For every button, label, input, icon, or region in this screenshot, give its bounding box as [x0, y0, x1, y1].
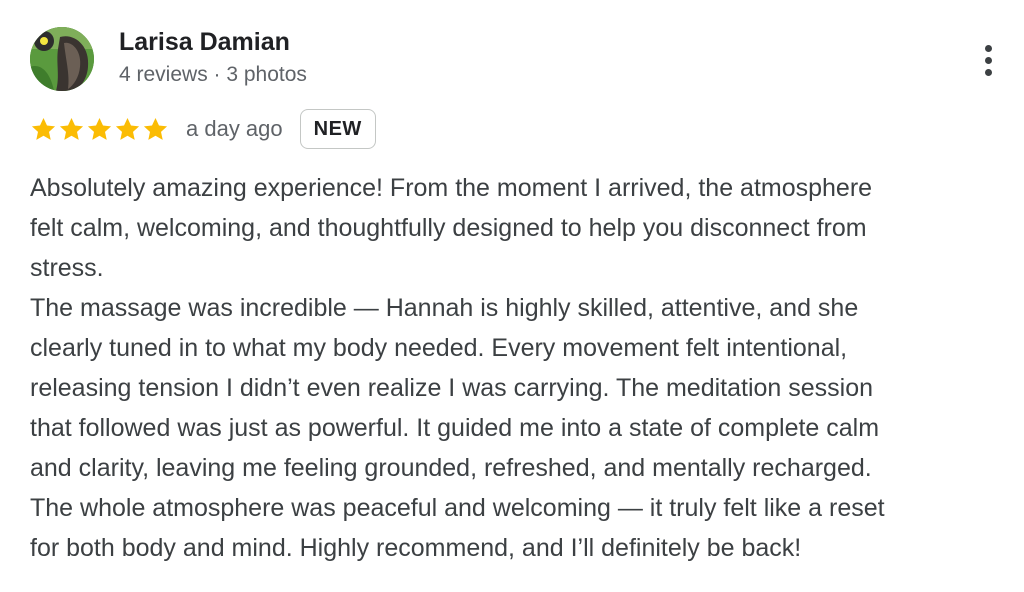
star-icon	[115, 117, 140, 140]
more-vert-icon-dot-3	[984, 68, 992, 76]
review-text-line: and clarity, leaving me feeling grounded…	[30, 454, 872, 482]
more-vert-icon-dot-2	[984, 56, 992, 64]
review-card: Larisa Damian 4 reviews · 3 photos a day…	[0, 0, 1024, 592]
star-icon	[143, 117, 168, 140]
review-text-line: for both body and mind. Highly recommend…	[30, 534, 802, 562]
review-text-line: The massage was incredible — Hannah is h…	[30, 294, 859, 322]
star-rating	[30, 116, 169, 143]
review-text-line: that followed was just as powerful. It g…	[30, 414, 880, 442]
avatar-photo-icon	[30, 27, 94, 91]
review-text-line: stress.	[30, 254, 104, 282]
review-text-line: felt calm, welcoming, and thoughtfully d…	[30, 214, 867, 242]
new-badge: NEW	[299, 109, 376, 149]
star-icon	[59, 117, 84, 140]
review-text: Absolutely amazing experience! From the …	[30, 168, 1010, 568]
review-date: a day ago	[186, 116, 283, 141]
reviewer-avatar[interactable]	[30, 27, 94, 91]
review-text-line: releasing tension I didn’t even realize …	[30, 374, 874, 402]
review-text-line: clearly tuned in to what my body needed.…	[30, 334, 848, 362]
more-options-button[interactable]	[972, 38, 1004, 82]
more-vert-icon	[984, 44, 992, 52]
review-text-line: Absolutely amazing experience! From the …	[30, 174, 873, 202]
reviewer-name[interactable]: Larisa Damian	[119, 28, 290, 57]
reviewer-meta: 4 reviews · 3 photos	[119, 63, 307, 86]
star-icon	[31, 117, 56, 140]
review-text-line: The whole atmosphere was peaceful and we…	[30, 494, 885, 522]
rating-row: a day ago NEW	[30, 108, 376, 150]
star-icon	[87, 117, 112, 140]
